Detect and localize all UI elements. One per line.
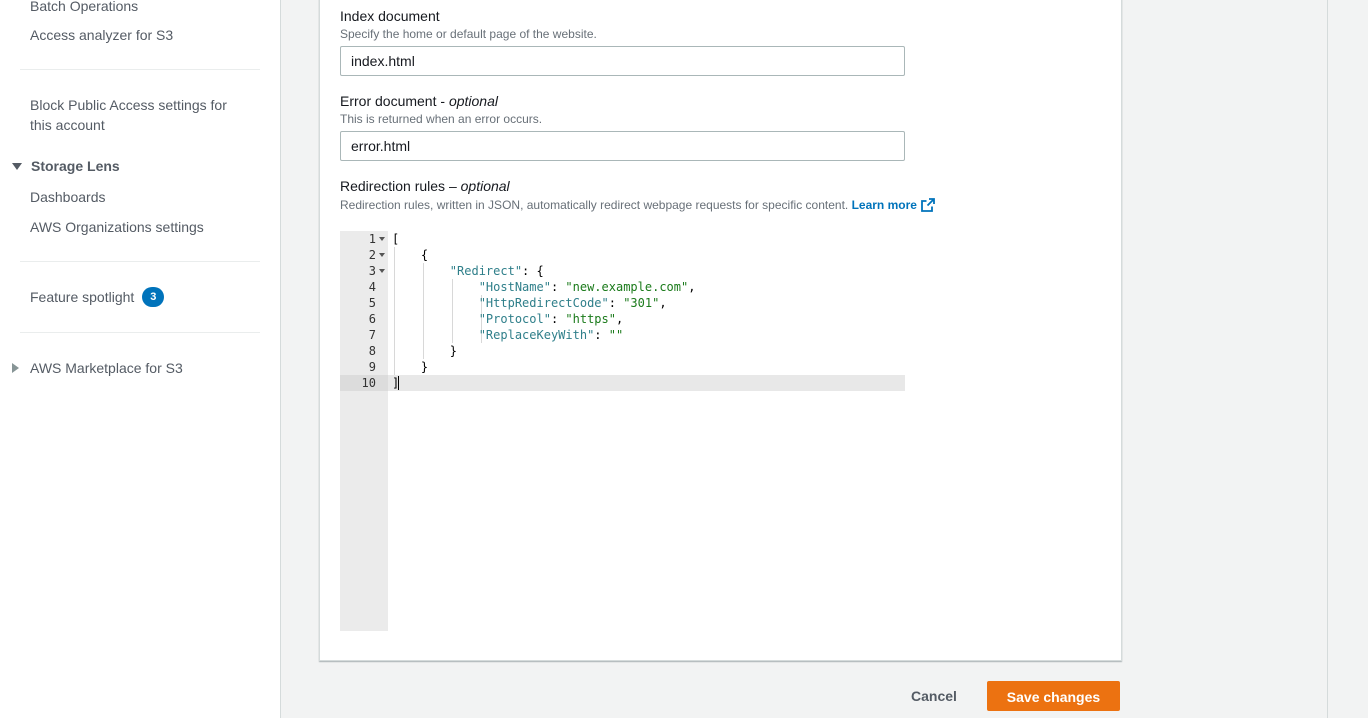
index-document-label: Index document xyxy=(340,8,440,24)
nav-feature-spotlight[interactable]: Feature spotlight 3 xyxy=(30,287,165,308)
fold-arrow-icon[interactable] xyxy=(379,253,385,257)
line-number: 8 xyxy=(368,344,376,358)
line-number: 6 xyxy=(368,312,376,326)
marketplace-label: AWS Marketplace for S3 xyxy=(30,360,183,376)
error-document-input[interactable] xyxy=(340,131,905,161)
learn-more-link[interactable]: Learn more xyxy=(852,198,917,212)
caret-right-icon xyxy=(12,363,19,374)
sidebar-divider xyxy=(20,261,260,262)
sidebar-divider xyxy=(20,332,260,333)
optional-label: optional xyxy=(448,93,498,109)
sidebar: Batch Operations Access analyzer for S3 … xyxy=(0,0,281,718)
code-line: "ReplaceKeyWith": "" xyxy=(478,328,624,342)
line-number: 5 xyxy=(368,296,376,310)
code-line: "Redirect": { xyxy=(449,264,544,278)
redirection-rules-editor[interactable]: 1 2 3 4 5 6 7 8 9 10 [ { "Redirect": { "HostName"… xyxy=(340,231,905,631)
line-number: 4 xyxy=(368,280,376,294)
index-document-input[interactable] xyxy=(340,46,905,76)
index-document-description: Specify the home or default page of the … xyxy=(340,27,597,41)
external-link-icon[interactable] xyxy=(921,197,935,212)
error-document-label: Error document - optional xyxy=(340,92,498,110)
code-line: "HttpRedirectCode": "301", xyxy=(478,296,667,310)
text-cursor xyxy=(398,376,399,390)
redirection-rules-label-text: Redirection rules – xyxy=(340,178,461,194)
line-number: 3 xyxy=(368,264,376,278)
line-number: 2 xyxy=(368,248,376,262)
line-number: 7 xyxy=(368,328,376,342)
code-line: "HostName": "new.example.com", xyxy=(478,280,696,294)
notification-badge: 3 xyxy=(142,287,165,308)
redirection-rules-label: Redirection rules – optional xyxy=(340,177,510,195)
code-line: } xyxy=(392,344,458,358)
line-number: 10 xyxy=(361,376,376,390)
code-line: { xyxy=(392,248,429,262)
cancel-button[interactable]: Cancel xyxy=(896,681,972,711)
code-line: [ xyxy=(392,232,400,246)
line-number: 1 xyxy=(368,232,376,246)
redirection-rules-description: Redirection rules, written in JSON, auto… xyxy=(340,197,935,213)
nav-marketplace[interactable]: AWS Marketplace for S3 xyxy=(12,358,183,378)
fold-arrow-icon[interactable] xyxy=(379,237,385,241)
code-line: "Protocol": "https", xyxy=(478,312,624,326)
nav-dashboards[interactable]: Dashboards xyxy=(30,187,106,207)
optional-label: optional xyxy=(460,178,510,194)
error-document-label-text: Error document - xyxy=(340,93,449,109)
code-line: } xyxy=(392,360,429,374)
active-line-highlight xyxy=(388,375,905,391)
save-changes-button[interactable]: Save changes xyxy=(987,681,1120,711)
fold-arrow-icon[interactable] xyxy=(379,269,385,273)
nav-organizations-settings[interactable]: AWS Organizations settings xyxy=(30,217,204,237)
error-document-description: This is returned when an error occurs. xyxy=(340,112,543,126)
nav-batch-operations[interactable]: Batch Operations xyxy=(30,0,138,16)
nav-access-analyzer[interactable]: Access analyzer for S3 xyxy=(30,25,173,45)
feature-spotlight-label: Feature spotlight xyxy=(30,289,135,305)
nav-storage-lens-heading[interactable]: Storage Lens xyxy=(12,156,120,176)
nav-block-public-access[interactable]: Block Public Access settings for this ac… xyxy=(30,95,245,135)
caret-down-icon xyxy=(12,162,22,170)
storage-lens-label: Storage Lens xyxy=(31,158,120,174)
redirection-description-text: Redirection rules, written in JSON, auto… xyxy=(340,198,849,212)
scroll-edge xyxy=(1327,0,1328,718)
line-number: 9 xyxy=(368,360,376,374)
sidebar-divider xyxy=(20,69,260,70)
